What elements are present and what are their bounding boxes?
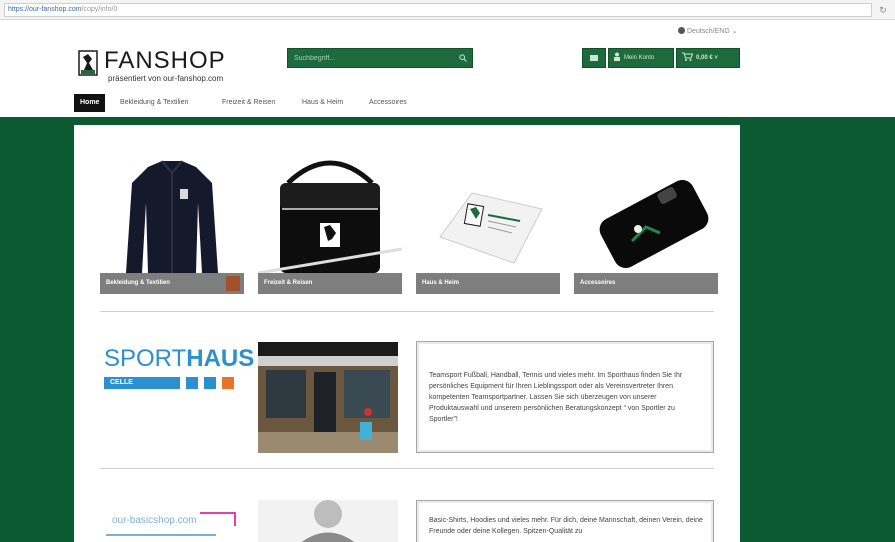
compare-icon xyxy=(590,55,598,61)
logo-square xyxy=(222,377,234,389)
jacket-image xyxy=(126,160,218,273)
category-tile-haus[interactable]: Haus & Heim xyxy=(416,153,560,294)
cart-icon xyxy=(682,52,694,61)
cart-button[interactable]: 0,00 € ˅ xyxy=(676,48,740,68)
compare-button[interactable] xyxy=(582,48,606,68)
mousepad-image xyxy=(439,192,543,264)
section-divider xyxy=(100,468,714,469)
sporthaus-storefront-image xyxy=(258,342,398,453)
logo-line xyxy=(106,534,216,536)
cart-total: 0,00 € ˅ xyxy=(696,55,718,61)
category-label-text: Accessoires xyxy=(580,280,616,286)
account-label: Mein Konto xyxy=(624,55,655,61)
phonecase-image xyxy=(599,179,709,269)
nav-item-freizeit[interactable]: Freizeit & Reisen xyxy=(222,94,275,112)
language-selector[interactable]: Deutsch/ENG ⌄ xyxy=(678,27,738,35)
category-label-text: Haus & Heim xyxy=(422,280,460,286)
category-label-text: Bekleidung & Textilien xyxy=(106,280,170,286)
nav-item-accessoires[interactable]: Accessoires xyxy=(369,94,407,112)
category-label: Bekleidung & Textilien xyxy=(100,273,244,294)
basicshop-model-image xyxy=(258,500,398,542)
sporthaus-city-bar: CELLE xyxy=(104,377,236,389)
fanshop-logo-icon[interactable] xyxy=(78,50,98,76)
logo-subtitle: präsentiert von our-fanshop.com xyxy=(108,74,224,83)
sporthaus-logo-bold: HAUS xyxy=(186,345,255,372)
logo-line xyxy=(234,512,236,526)
category-tile-accessoires[interactable]: Accessoires xyxy=(574,153,718,294)
nav-item-home[interactable]: Home xyxy=(74,94,106,112)
reload-icon[interactable]: ↻ xyxy=(876,3,890,17)
sporthaus-logo[interactable]: SPORTHAUS CELLE xyxy=(104,345,254,389)
sporthaus-description: Teamsport Fußball, Handball, Tennis und … xyxy=(416,341,714,453)
user-icon xyxy=(614,52,620,61)
sporthaus-logo-light: SPORT xyxy=(104,345,187,372)
sporthaus-logo-text: SPORTHAUS xyxy=(104,345,254,373)
search-input[interactable] xyxy=(288,49,456,67)
url-field[interactable]: https://our-fanshop.com/copy/info/0 xyxy=(4,3,872,17)
main-content: Bekleidung & Textilien Freizeit & Reisen xyxy=(74,125,740,542)
category-label-text: Freizeit & Reisen xyxy=(264,280,313,286)
search-icon[interactable] xyxy=(459,54,467,62)
basicshop-logo[interactable]: our-basicshop.com xyxy=(106,512,236,536)
globe-icon xyxy=(678,27,685,34)
basicshop-logo-text: our-basicshop.com xyxy=(112,515,197,526)
logo-line xyxy=(200,512,236,514)
nav-item-bekleidung[interactable]: Bekleidung & Textilien xyxy=(120,94,188,112)
category-label: Accessoires xyxy=(574,273,718,294)
category-tile-bekleidung[interactable]: Bekleidung & Textilien xyxy=(100,153,244,294)
logo-square xyxy=(204,377,216,389)
url-host: https://our-fanshop.com xyxy=(8,6,82,13)
nav-item-haus[interactable]: Haus & Heim xyxy=(302,94,343,112)
category-tile-freizeit[interactable]: Freizeit & Reisen xyxy=(258,153,402,294)
account-button[interactable]: Mein Konto xyxy=(608,48,674,68)
url-path: /copy/info/0 xyxy=(81,6,118,13)
site-header: Deutsch/ENG ⌄ FANSHOP präsentiert von ou… xyxy=(0,20,895,117)
logo-square xyxy=(186,377,198,389)
search-box xyxy=(287,48,473,68)
section-divider xyxy=(100,311,714,312)
sporthaus-city: CELLE xyxy=(104,377,180,389)
language-label: Deutsch/ENG ⌄ xyxy=(687,28,738,35)
basicshop-description: Basic-Shirts, Hoodies und vieles mehr. F… xyxy=(416,500,714,542)
logo-title[interactable]: FANSHOP xyxy=(104,47,226,75)
category-label: Haus & Heim xyxy=(416,273,560,294)
browser-address-bar: https://our-fanshop.com/copy/info/0 ↻ xyxy=(0,0,895,20)
category-label: Freizeit & Reisen xyxy=(258,273,402,294)
bag-image xyxy=(258,160,402,273)
arrow-icon xyxy=(226,276,240,291)
